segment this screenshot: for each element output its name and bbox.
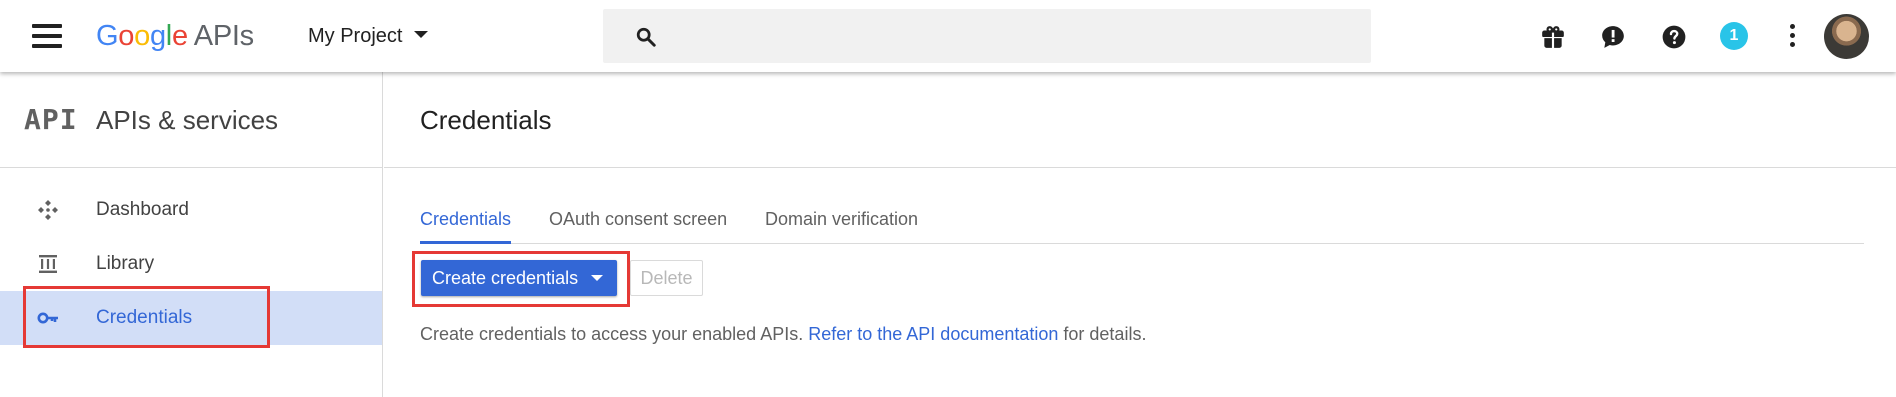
create-credentials-label: Create credentials	[432, 268, 579, 288]
project-selector[interactable]: My Project	[308, 22, 429, 50]
avatar[interactable]	[1824, 14, 1869, 59]
logo-apis-text: APIs	[193, 20, 254, 52]
tab-credentials[interactable]: Credentials	[420, 200, 512, 244]
feedback-icon[interactable]	[1600, 24, 1626, 50]
dropdown-caret-icon	[591, 275, 603, 281]
logo-letter-g: G	[96, 20, 119, 52]
search-icon	[636, 27, 656, 47]
top-app-bar: Google APIs My Project 1	[0, 0, 1896, 72]
delete-button[interactable]: Delete	[630, 260, 703, 296]
tab-bar: Credentials OAuth consent screen Domain …	[420, 200, 1864, 244]
sidebar-item-credentials[interactable]: Credentials	[0, 291, 382, 345]
sidebar: API APIs & services Dashboard Library Cr…	[0, 72, 383, 397]
page-title: Credentials	[420, 105, 552, 135]
dashboard-icon	[38, 200, 58, 220]
sidebar-item-label: Library	[96, 253, 155, 274]
hamburger-menu-icon[interactable]	[32, 24, 62, 48]
search-bar[interactable]	[603, 9, 1371, 63]
google-apis-logo[interactable]: Google APIs	[96, 16, 254, 56]
logo-letter-o1: o	[118, 20, 135, 52]
logo-letter-e: e	[171, 20, 188, 52]
description-suffix: for details.	[1063, 324, 1147, 344]
api-documentation-link[interactable]: Refer to the API documentation	[808, 324, 1058, 344]
api-logo-icon: API	[24, 103, 78, 136]
main-header: Credentials	[384, 72, 1896, 168]
sidebar-header: API APIs & services	[0, 72, 382, 168]
tab-oauth-consent-screen[interactable]: OAuth consent screen	[549, 200, 727, 244]
more-vert-icon[interactable]	[1790, 24, 1796, 48]
logo-letter-g2: g	[149, 20, 166, 52]
dropdown-caret-icon	[414, 31, 429, 39]
tab-domain-verification[interactable]: Domain verification	[765, 200, 918, 244]
description: Create credentials to access your enable…	[420, 321, 1146, 347]
sidebar-item-library[interactable]: Library	[0, 237, 382, 291]
library-icon	[39, 255, 57, 273]
sidebar-title: APIs & services	[96, 105, 279, 135]
sidebar-item-label: Credentials	[96, 307, 193, 328]
logo-letter-o2: o	[134, 20, 150, 52]
gift-icon[interactable]	[1540, 24, 1566, 50]
search-input[interactable]	[675, 9, 1355, 63]
sidebar-item-label: Dashboard	[96, 199, 189, 220]
sidebar-item-dashboard[interactable]: Dashboard	[0, 183, 382, 237]
project-name: My Project	[308, 25, 403, 47]
notifications-badge[interactable]: 1	[1720, 22, 1748, 50]
create-credentials-button[interactable]: Create credentials	[421, 260, 617, 296]
description-text: Create credentials to access your enable…	[420, 324, 804, 344]
help-icon[interactable]	[1661, 24, 1687, 50]
key-icon	[37, 312, 58, 324]
